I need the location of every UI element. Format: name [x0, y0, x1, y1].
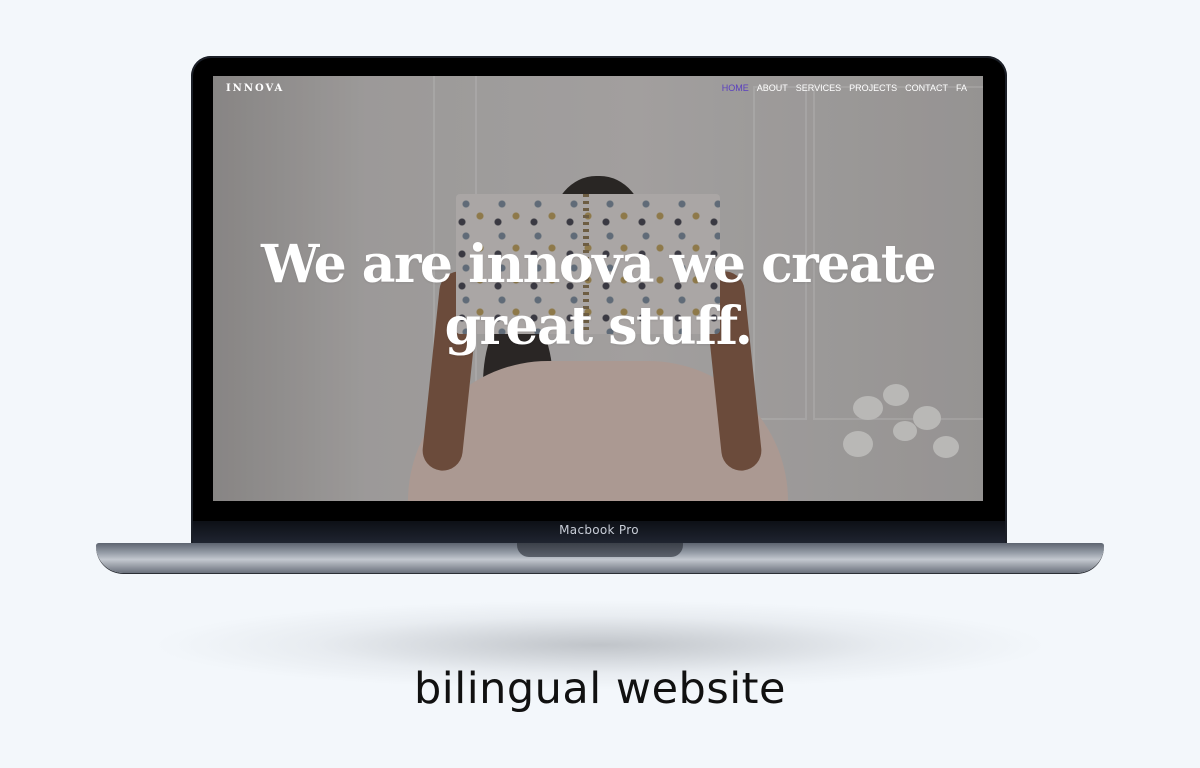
laptop-lid: INNOVA HOME ABOUT SERVICES PROJECTS CONT… [191, 56, 1007, 543]
nav-item-about[interactable]: ABOUT [757, 83, 788, 93]
nav-item-projects[interactable]: PROJECTS [849, 83, 897, 93]
laptop-screen: INNOVA HOME ABOUT SERVICES PROJECTS CONT… [213, 76, 983, 501]
hero-title-line-1: We are innova we create [260, 234, 937, 295]
hero-title: We are innova we create great stuff. [253, 234, 943, 358]
lid-bottom-bezel: Macbook Pro [193, 521, 1005, 543]
nav-item-language-fa[interactable]: FA [956, 83, 967, 93]
laptop-base [96, 543, 1104, 573]
caption-text: bilingual website [414, 664, 786, 714]
laptop-opening-notch [517, 543, 683, 557]
site-header: INNOVA HOME ABOUT SERVICES PROJECTS CONT… [213, 76, 983, 102]
site-logo[interactable]: INNOVA [226, 83, 284, 94]
device-label: Macbook Pro [559, 523, 639, 537]
presentation-stage: INNOVA HOME ABOUT SERVICES PROJECTS CONT… [0, 0, 1200, 768]
nav-item-contact[interactable]: CONTACT [905, 83, 948, 93]
hero-title-line-2: great stuff. [444, 296, 753, 357]
nav-item-home[interactable]: HOME [722, 83, 749, 93]
nav-item-services[interactable]: SERVICES [796, 83, 841, 93]
main-navigation: HOME ABOUT SERVICES PROJECTS CONTACT FA [722, 83, 967, 93]
